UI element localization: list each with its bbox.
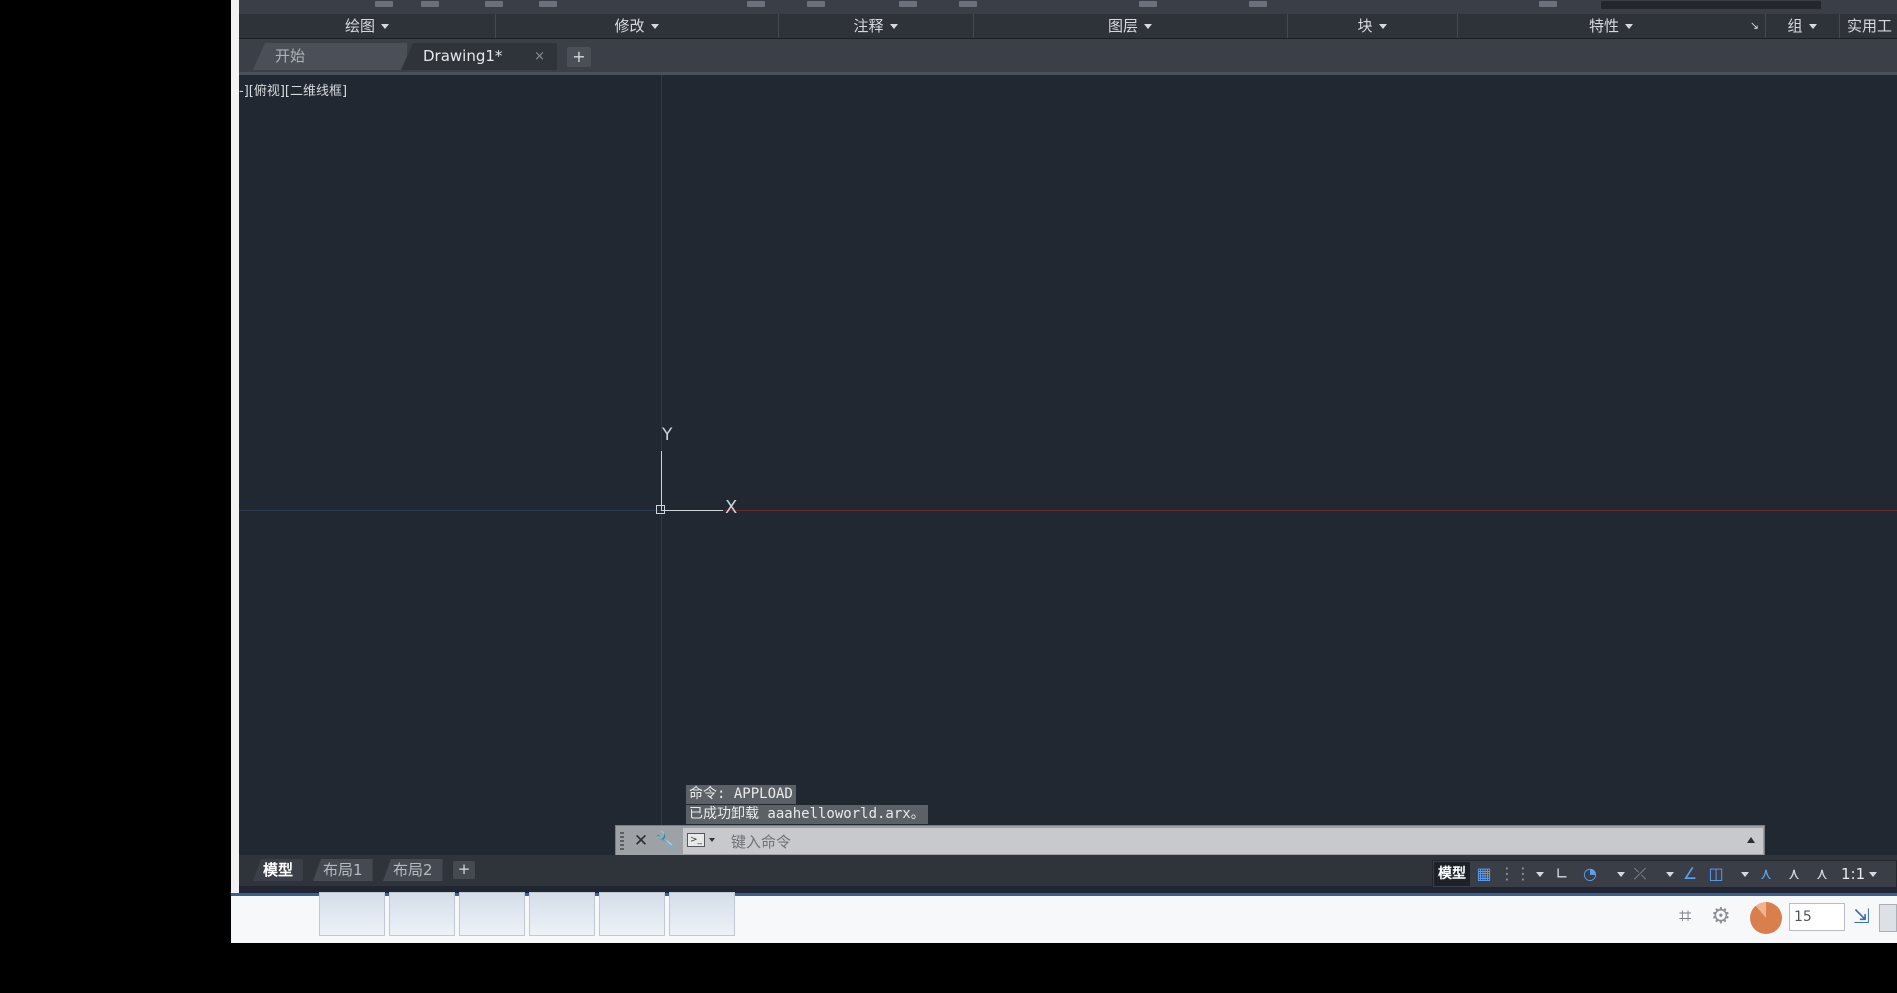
model-space-button[interactable]: 模型: [1434, 862, 1470, 886]
tab-start[interactable]: 开始: [253, 43, 407, 70]
snap-icon[interactable]: ⋮⋮: [1499, 864, 1531, 884]
counter-field[interactable]: 15: [1789, 903, 1845, 931]
chevron-down-icon: [650, 24, 659, 29]
ucs-y-label: Y: [662, 425, 673, 445]
grid-icon[interactable]: ▦: [1473, 864, 1495, 884]
ucs-origin-icon: [656, 505, 665, 514]
chevron-down-icon[interactable]: [709, 838, 715, 842]
new-layout-button[interactable]: +: [453, 861, 475, 879]
taskbar-item[interactable]: [599, 892, 665, 936]
ribbon-tool-icon[interactable]: [899, 1, 917, 7]
chevron-down-icon: [1144, 24, 1152, 29]
taskbar-item[interactable]: [669, 892, 735, 936]
document-tab-bar: 开始 Drawing1* × +: [239, 39, 1897, 75]
taskbar-item[interactable]: [529, 892, 595, 936]
command-input[interactable]: [729, 830, 1713, 854]
taskbar: ⌗ ⚙ ⇲: [231, 892, 1897, 943]
chevron-down-icon: [1625, 24, 1633, 29]
panel-utilities[interactable]: 实用工: [1839, 14, 1897, 38]
ribbon-tool-icon[interactable]: [485, 1, 503, 7]
ribbon-tool-icon[interactable]: [1539, 1, 1557, 7]
ribbon-tool-icon[interactable]: [421, 1, 439, 7]
window-left-border: [231, 0, 239, 940]
taskbar-item[interactable]: [389, 892, 455, 936]
tab-layout1[interactable]: 布局1: [313, 859, 373, 881]
chevron-down-icon: [889, 24, 898, 29]
command-history-line: 命令: APPLOAD: [686, 785, 796, 804]
ucs-y-arm: [661, 451, 662, 511]
gear-icon[interactable]: ⚙: [1711, 904, 1731, 932]
chevron-down-icon[interactable]: [1617, 872, 1625, 877]
panel-groups[interactable]: 组: [1765, 14, 1840, 38]
panel-properties[interactable]: 特性 ↘: [1457, 14, 1766, 38]
ucs-x-label: X: [725, 497, 738, 518]
annotation-scale-icon[interactable]: ⋏: [1755, 864, 1777, 884]
chevron-down-icon[interactable]: [1536, 872, 1544, 877]
new-tab-button[interactable]: +: [567, 47, 591, 67]
ribbon-tool-icon[interactable]: [959, 1, 977, 7]
close-icon[interactable]: ×: [534, 43, 545, 70]
chevron-down-icon[interactable]: [1869, 872, 1877, 877]
drag-handle[interactable]: [620, 832, 624, 852]
wrench-icon[interactable]: 🔧: [655, 830, 677, 852]
progress-pie-icon: [1750, 902, 1782, 934]
panel-expand-icon[interactable]: ↘: [1750, 14, 1759, 38]
command-prompt-icon[interactable]: >_: [687, 833, 705, 847]
panel-modify[interactable]: 修改: [495, 14, 779, 38]
status-bar: 模型 ▦ ⋮⋮ ∟ ◔ ⤫ ∠ ◫ ⋏ ⋏ ⋏ 1:1: [1432, 860, 1897, 888]
annotation-scale-value[interactable]: 1:1: [1841, 864, 1865, 884]
chevron-down-icon: [1378, 24, 1387, 29]
close-icon[interactable]: ✕: [630, 830, 652, 852]
dock-icon[interactable]: ⇲: [1853, 904, 1870, 932]
object-snap-tracking-icon[interactable]: ∠: [1679, 864, 1701, 884]
chevron-down-icon: [381, 24, 389, 29]
x-axis-line: [661, 510, 1897, 511]
tab-layout2[interactable]: 布局2: [383, 859, 443, 881]
polar-tracking-icon[interactable]: ◔: [1579, 864, 1601, 884]
viewport-controls-label[interactable]: -][俯视][二维线框]: [239, 80, 347, 99]
auto-scale-icon[interactable]: ⋏: [1811, 864, 1833, 884]
tab-drawing1[interactable]: Drawing1* ×: [401, 43, 557, 70]
command-line-bar: ✕ 🔧 >_: [615, 825, 1765, 857]
panel-annotate[interactable]: 注释: [778, 14, 974, 38]
ribbon-tool-icon[interactable]: [375, 1, 393, 7]
ucs-x-arm: [661, 510, 723, 511]
chevron-down-icon: [1808, 24, 1817, 29]
autocad-window: 绘图 修改 注释 图层 块 特性 ↘ 组 实用工 开始 Drawing1* × +…: [231, 0, 1897, 940]
tab-model[interactable]: 模型: [253, 859, 304, 881]
chevron-down-icon[interactable]: [1666, 872, 1674, 877]
isodraft-icon[interactable]: ⤫: [1629, 864, 1651, 884]
ribbon-tool-icon[interactable]: [1249, 1, 1267, 7]
annotation-visibility-icon[interactable]: ⋏: [1783, 864, 1805, 884]
panel-layers[interactable]: 图层: [973, 14, 1288, 38]
ortho-icon[interactable]: ∟: [1551, 864, 1573, 884]
ribbon-panel-bar: 绘图 修改 注释 图层 块 特性 ↘ 组 实用工: [239, 14, 1897, 39]
taskbar-item[interactable]: [459, 892, 525, 936]
panel-draw[interactable]: 绘图: [239, 14, 496, 38]
chevron-up-icon[interactable]: [1747, 837, 1755, 843]
panel-block[interactable]: 块: [1287, 14, 1458, 38]
x-axis-negative-line: [239, 510, 661, 511]
object-snap-icon[interactable]: ◫: [1705, 864, 1727, 884]
crop-icon[interactable]: ⌗: [1679, 904, 1691, 932]
chevron-down-icon[interactable]: [1741, 872, 1749, 877]
command-input-wrap: >_: [683, 828, 1763, 854]
ribbon-tool-icon[interactable]: [1139, 1, 1157, 7]
ribbon-tool-icon[interactable]: [539, 1, 557, 7]
ribbon-button-row: [239, 0, 1897, 15]
ribbon-dropdown[interactable]: [1601, 1, 1821, 9]
command-history-line: 已成功卸载 aaahelloworld.arx。: [686, 805, 928, 824]
ribbon-tool-icon[interactable]: [807, 1, 825, 7]
ribbon-tool-icon[interactable]: [747, 1, 765, 7]
taskbar-item[interactable]: [319, 892, 385, 936]
command-history: 命令: APPLOAD 已成功卸载 aaahelloworld.arx。: [686, 785, 928, 825]
drawing-viewport[interactable]: -][俯视][二维线框] Y X: [239, 75, 1897, 855]
tray-box[interactable]: [1879, 904, 1897, 932]
